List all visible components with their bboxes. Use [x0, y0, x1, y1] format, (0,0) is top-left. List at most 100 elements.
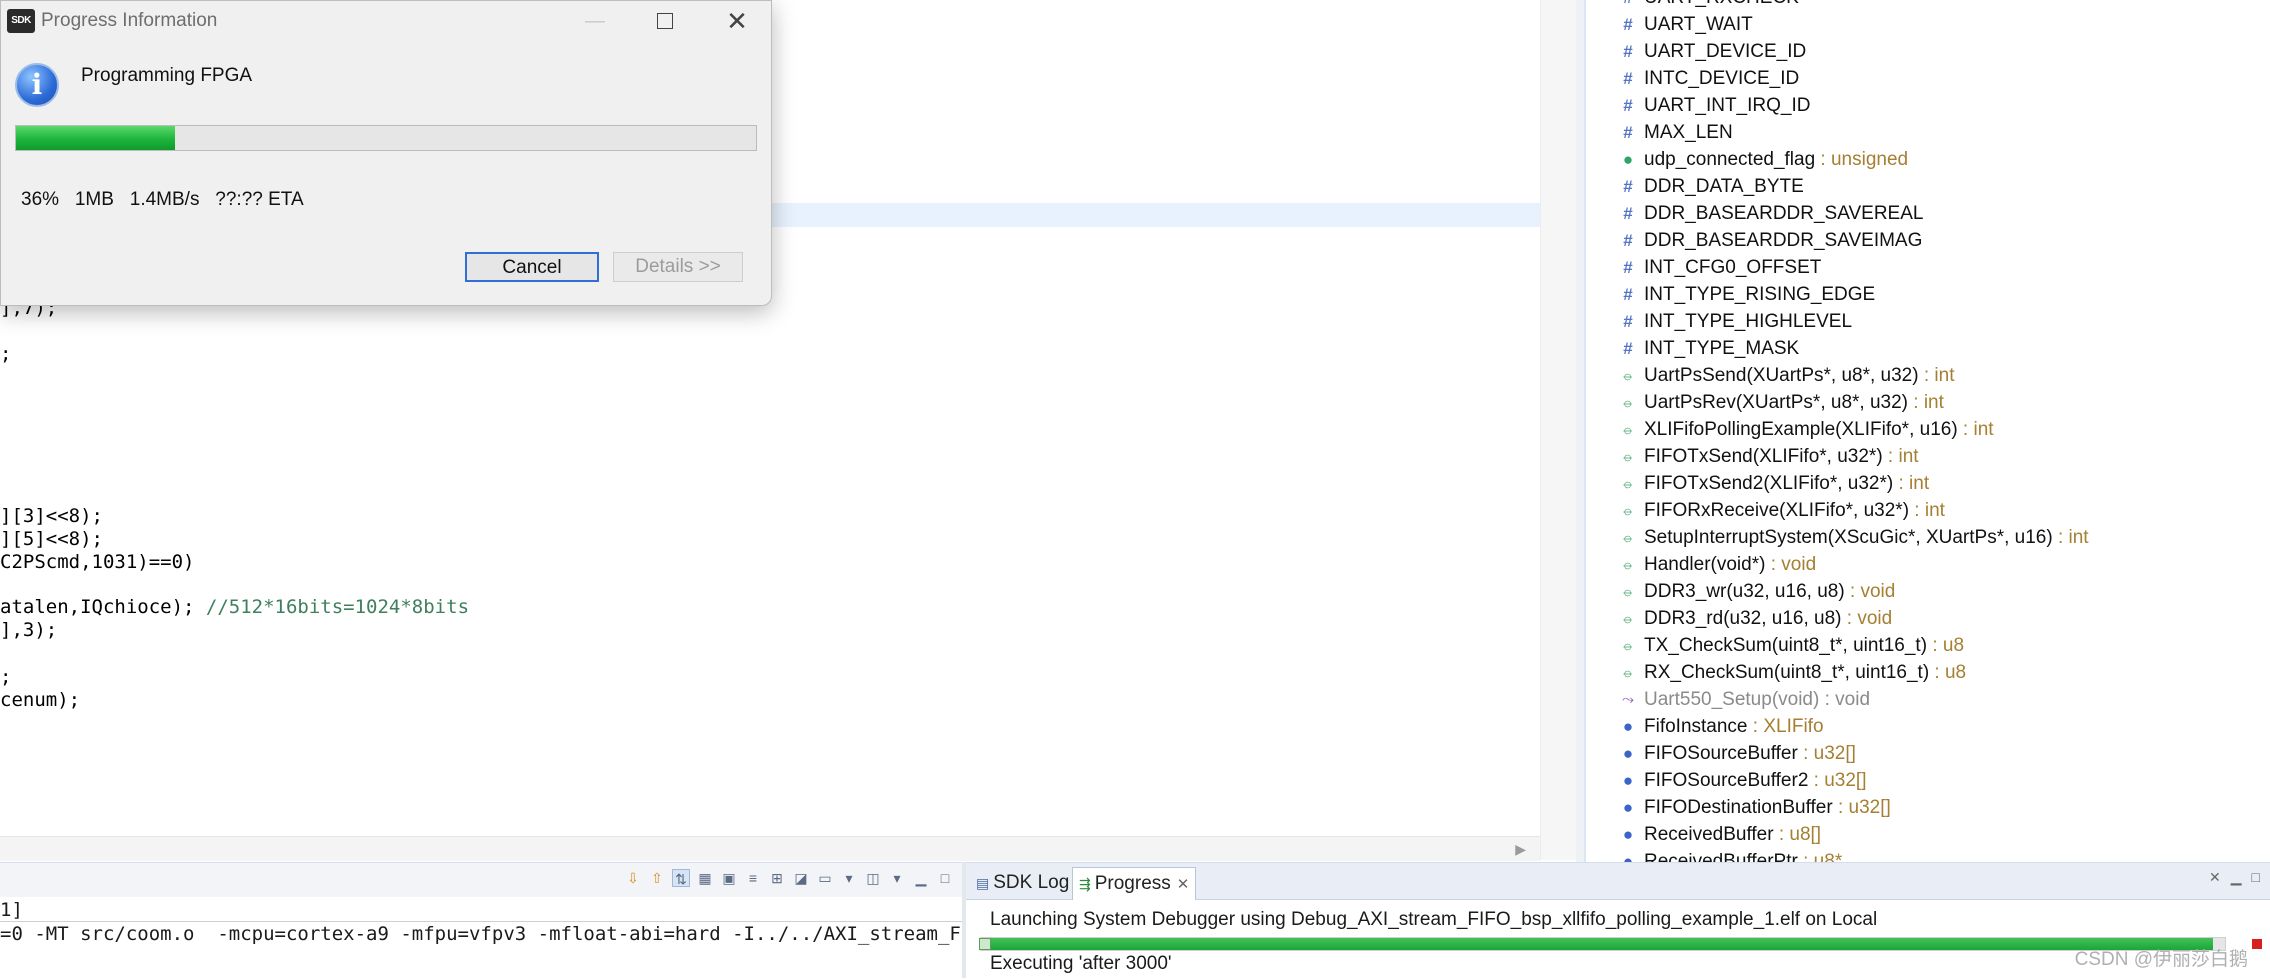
new-console-icon[interactable]: ◫ — [864, 869, 882, 887]
display-console-icon[interactable]: ▭ — [816, 869, 834, 887]
code-line: cenum); — [0, 689, 81, 711]
function-icon: ⦵ — [1621, 421, 1635, 438]
maximize-icon[interactable]: □ — [936, 869, 954, 887]
tab-sdk-log[interactable]: ▤ SDK Log — [970, 867, 1075, 899]
outline-item[interactable]: ⦵ SetupInterruptSystem(XScuGic*, XUartPs*… — [1586, 524, 2089, 551]
minimize-icon[interactable]: ▁ — [2231, 869, 2242, 886]
outline-item-name: UartPsRev(XUartPs*, u8*, u32) — [1644, 392, 1908, 413]
outline-item-type: : void — [1819, 689, 1871, 710]
macro-icon: # — [1623, 42, 1633, 61]
outline-item[interactable]: ⦵ Handler(void*) : void — [1586, 551, 2089, 578]
code-line: ][5]<<8); — [0, 528, 103, 550]
outline-item[interactable]: # UART_RXCHECK — [1586, 0, 2089, 11]
outline-item-name: ReceivedBuffer — [1644, 824, 1774, 845]
editor-vertical-scrollbar[interactable] — [1540, 0, 1577, 860]
scroll-right-arrow-icon[interactable]: ▶ — [1515, 841, 1526, 858]
minimize-icon[interactable]: ▁ — [912, 869, 930, 887]
cancel-button[interactable]: Cancel — [465, 252, 599, 282]
outline-item[interactable]: # UART_DEVICE_ID — [1586, 38, 2089, 65]
info-icon: i — [15, 63, 59, 107]
outline-item[interactable]: # INT_TYPE_RISING_EDGE — [1586, 281, 2089, 308]
outline-item[interactable]: ⤳ Uart550_Setup(void) : void — [1586, 686, 2089, 713]
chevron-down-icon[interactable]: ▾ — [888, 869, 906, 887]
copy-console-icon[interactable]: ▣ — [720, 869, 738, 887]
outline-item[interactable]: # INTC_DEVICE_ID — [1586, 65, 2089, 92]
maximize-button[interactable] — [645, 5, 685, 37]
outline-item[interactable]: ⦵ RX_CheckSum(uint8_t*, uint16_t) : u8 — [1586, 659, 2089, 686]
outline-item-name: INT_CFG0_OFFSET — [1644, 257, 1822, 278]
code-line: ],3); — [0, 619, 58, 641]
task-progress-fill — [981, 938, 2213, 950]
outline-item[interactable]: # DDR_BASEARDDR_SAVEIMAG — [1586, 227, 2089, 254]
outline-item-type: : int — [1908, 392, 1944, 413]
editor-horizontal-scrollbar[interactable]: ▶ — [0, 836, 1540, 861]
tab-progress[interactable]: ⇶ Progress ✕ — [1072, 867, 1197, 900]
outline-item-type: : void — [1765, 554, 1817, 575]
remove-finished-icon[interactable]: ✕ — [2209, 869, 2221, 886]
sdk-logo: SDK — [7, 9, 35, 33]
outline-item[interactable]: ● FIFOSourceBuffer : u32[] — [1586, 740, 2089, 767]
console-line: 1] — [0, 899, 23, 921]
progress-dialog[interactable]: SDK Progress Information — ✕ i Programmi… — [0, 0, 772, 306]
outline-item[interactable]: # INT_CFG0_OFFSET — [1586, 254, 2089, 281]
function-icon: ⦵ — [1621, 610, 1635, 627]
scroll-up-icon[interactable]: ⇧ — [648, 869, 666, 887]
maximize-icon[interactable]: □ — [2252, 869, 2260, 886]
task-status-icon — [979, 938, 991, 950]
dialog-titlebar[interactable]: SDK Progress Information — ✕ — [1, 1, 771, 41]
outline-item[interactable]: ● FIFOSourceBuffer2 : u32[] — [1586, 767, 2089, 794]
word-wrap-icon[interactable]: ≡ — [744, 869, 762, 887]
console-view[interactable]: ⇩ ⇧ ⇅ ▦ ▣ ≡ ⊞ ◪ ▭ ▾ ◫ ▾ ▁ □ 1] =0 -MT sr… — [0, 862, 984, 979]
outline-item[interactable]: ● ReceivedBuffer : u8[] — [1586, 821, 2089, 848]
outline-item-type: : u8 — [1927, 635, 1965, 656]
scroll-down-icon[interactable]: ⇩ — [624, 869, 642, 887]
console-separator — [0, 921, 962, 922]
outline-item[interactable]: ● udp_connected_flag : unsigned — [1586, 146, 2089, 173]
outline-item[interactable]: ⦵ DDR3_rd(u32, u16, u8) : void — [1586, 605, 2089, 632]
outline-item[interactable]: ⦵ DDR3_wr(u32, u16, u8) : void — [1586, 578, 2089, 605]
outline-item-name: RX_CheckSum(uint8_t*, uint16_t) — [1644, 662, 1930, 683]
stop-task-button[interactable] — [2252, 939, 2262, 949]
code-comment: //512*16bits=1024*8bits — [205, 596, 470, 618]
macro-icon: # — [1618, 0, 1638, 11]
minimize-button[interactable]: — — [575, 5, 615, 37]
outline-item[interactable]: # DDR_DATA_BYTE — [1586, 173, 2089, 200]
outline-item[interactable]: ⦵ XLIFifoPollingExample(XLIFifo*, u16) : … — [1586, 416, 2089, 443]
function-icon: ⦵ — [1621, 583, 1635, 600]
close-icon[interactable]: ✕ — [1177, 876, 1190, 893]
outline-item[interactable]: ⦵ UartPsRev(XUartPs*, u8*, u32) : int — [1586, 389, 2089, 416]
outline-view[interactable]: # UART_RXCHECK # UART_WAIT # UART_DEVICE_ID # I… — [1584, 0, 2270, 862]
outline-item-name: Handler(void*) — [1644, 554, 1766, 575]
outline-item[interactable]: # UART_WAIT — [1586, 11, 2089, 38]
variable-icon: ● — [1622, 798, 1634, 817]
outline-item[interactable]: ● FifoInstance : XLIFifo — [1586, 713, 2089, 740]
outline-item[interactable]: ● ReceivedBufferPtr : u8* — [1586, 848, 2089, 862]
clear-console-icon[interactable]: ▦ — [696, 869, 714, 887]
outline-item-type: : int — [1957, 419, 1994, 440]
outline-item-type: : int — [1909, 500, 1945, 521]
task-name: Launching System Debugger using Debug_AX… — [990, 909, 1878, 930]
outline-item[interactable]: ⦵ TX_CheckSum(uint8_t*, uint16_t) : u8 — [1586, 632, 2089, 659]
details-button[interactable]: Details >> — [613, 252, 743, 282]
outline-item[interactable]: # MAX_LEN — [1586, 119, 2089, 146]
outline-item[interactable]: # UART_INT_IRQ_ID — [1586, 92, 2089, 119]
variable-icon: ● — [1622, 150, 1634, 169]
pin-console-icon[interactable]: ⊞ — [768, 869, 786, 887]
outline-item[interactable]: ⦵ FIFOTxSend2(XLIFifo*, u32*) : int — [1586, 470, 2089, 497]
macro-icon: # — [1623, 177, 1633, 196]
outline-item-name: UartPsSend(XUartPs*, u8*, u32) — [1644, 365, 1919, 386]
outline-item[interactable]: ⦵ UartPsSend(XUartPs*, u8*, u32) : int — [1586, 362, 2089, 389]
scroll-lock-icon[interactable]: ⇅ — [672, 869, 690, 887]
outline-item[interactable]: ⦵ FIFOTxSend(XLIFifo*, u32*) : int — [1586, 443, 2089, 470]
outline-item[interactable]: # DDR_BASEARDDR_SAVEREAL — [1586, 200, 2089, 227]
open-console-icon[interactable]: ◪ — [792, 869, 810, 887]
outline-item[interactable]: # INT_TYPE_MASK — [1586, 335, 2089, 362]
code-line: atalen,IQchioce); //512*16bits=1024*8bit… — [0, 596, 470, 618]
chevron-down-icon[interactable]: ▾ — [840, 869, 858, 887]
outline-item[interactable]: ⦵ FIFORxReceive(XLIFifo*, u32*) : int — [1586, 497, 2089, 524]
macro-icon: # — [1623, 339, 1633, 358]
outline-item[interactable]: ● FIFODestinationBuffer : u32[] — [1586, 794, 2089, 821]
outline-item[interactable]: # INT_TYPE_HIGHLEVEL — [1586, 308, 2089, 335]
outline-item-name: UART_DEVICE_ID — [1644, 41, 1807, 62]
close-button[interactable]: ✕ — [717, 5, 757, 37]
